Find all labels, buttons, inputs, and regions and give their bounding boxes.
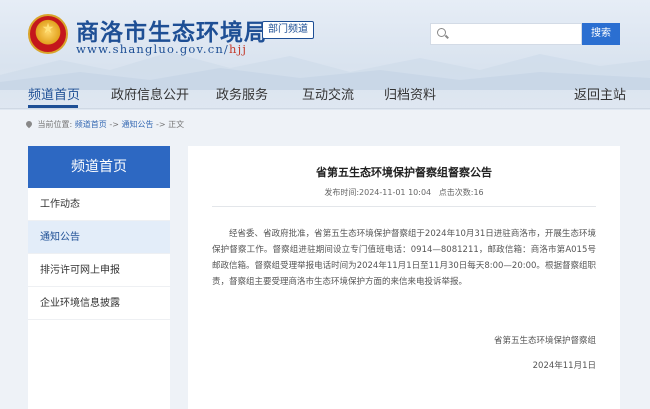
location-pin-icon bbox=[24, 119, 34, 129]
search-icon bbox=[437, 28, 446, 37]
sidebar-item-notices[interactable]: 通知公告 bbox=[28, 221, 170, 254]
breadcrumb-label: 当前位置: bbox=[37, 120, 73, 129]
sidebar-item-env-disclosure[interactable]: 企业环境信息披露 bbox=[28, 287, 170, 320]
sidebar-item-work-news[interactable]: 工作动态 bbox=[28, 188, 170, 221]
main-nav: 频道首页 政府信息公开 政务服务 互动交流 归档资料 返回主站 bbox=[0, 76, 650, 108]
search-button[interactable]: 搜索 bbox=[582, 23, 620, 45]
article-divider bbox=[212, 206, 596, 207]
nav-archive[interactable]: 归档资料 bbox=[384, 84, 436, 103]
publish-time: 2024-11-01 10:04 bbox=[359, 188, 432, 197]
national-emblem-icon[interactable]: ★ bbox=[28, 14, 68, 54]
search-input[interactable] bbox=[451, 24, 579, 44]
article-meta: 发布时间:2024-11-01 10:04 点击次数:16 bbox=[188, 187, 620, 198]
nav-divider bbox=[0, 108, 650, 109]
article-title: 省第五生态环境保护督察组督察公告 bbox=[316, 166, 492, 179]
nav-interaction[interactable]: 互动交流 bbox=[302, 84, 354, 103]
channel-badge: 部门频道 bbox=[262, 21, 314, 39]
click-count: 16 bbox=[473, 188, 484, 197]
sidebar-title[interactable]: 频道首页 bbox=[28, 146, 170, 188]
article-panel: 省第五生态环境保护督察组督察公告 发布时间:2024-11-01 10:04 点… bbox=[188, 146, 620, 409]
sidebar-item-permit-online[interactable]: 排污许可网上申报 bbox=[28, 254, 170, 287]
breadcrumb-separator: -> bbox=[156, 120, 166, 129]
sidebar: 频道首页 工作动态 通知公告 排污许可网上申报 企业环境信息披露 bbox=[28, 146, 170, 409]
article-body: 经省委、省政府批准，省第五生态环境保护督察组于2024年10月31日进驻商洛市，… bbox=[212, 229, 596, 287]
breadcrumb-current: 正文 bbox=[168, 120, 185, 129]
site-url-prefix: www.shangluo.gov.cn/ bbox=[76, 42, 230, 56]
article-signature: 省第五生态环境保护督察组 bbox=[493, 336, 596, 346]
article-date: 2024年11月1日 bbox=[532, 361, 596, 371]
nav-home[interactable]: 频道首页 bbox=[28, 84, 80, 103]
breadcrumb-separator: -> bbox=[109, 120, 119, 129]
clicks-label: 点击次数: bbox=[438, 188, 474, 197]
breadcrumb-home[interactable]: 频道首页 bbox=[75, 120, 107, 129]
breadcrumb: 当前位置: 频道首页 -> 通知公告 -> 正文 bbox=[24, 119, 185, 130]
nav-return-main[interactable]: 返回主站 bbox=[574, 84, 626, 103]
site-header: ★ 商洛市生态环境局 www.shangluo.gov.cn/hjj 部门频道 … bbox=[0, 0, 650, 110]
nav-services[interactable]: 政务服务 bbox=[216, 84, 268, 103]
nav-gov-info[interactable]: 政府信息公开 bbox=[111, 84, 189, 103]
search-box[interactable] bbox=[430, 23, 582, 45]
site-url-suffix: hjj bbox=[229, 42, 248, 56]
publish-label: 发布时间: bbox=[324, 188, 360, 197]
breadcrumb-section[interactable]: 通知公告 bbox=[121, 120, 153, 129]
site-url: www.shangluo.gov.cn/hjj bbox=[76, 42, 247, 56]
